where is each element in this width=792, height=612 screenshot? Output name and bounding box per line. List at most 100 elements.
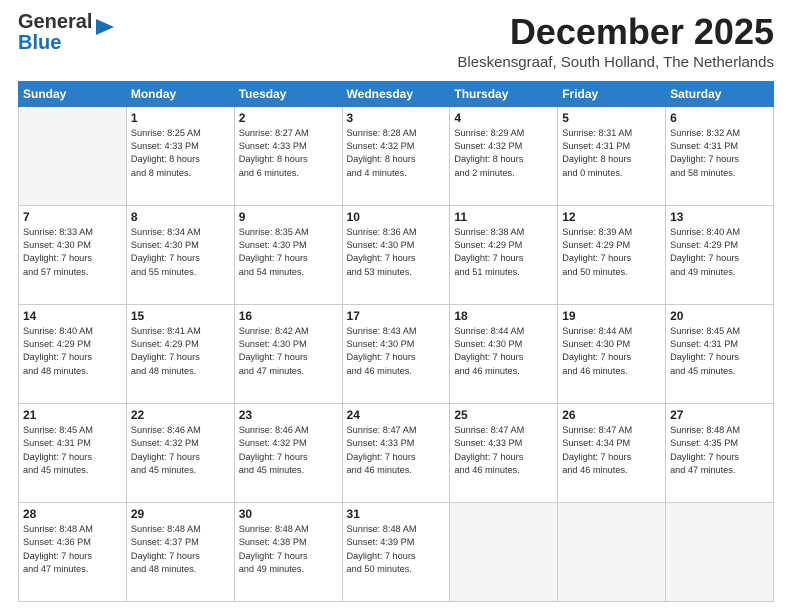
cell-info: Sunrise: 8:33 AM Sunset: 4:30 PM Dayligh… xyxy=(23,226,122,279)
weekday-header-tuesday: Tuesday xyxy=(234,81,342,106)
title-block: December 2025 Bleskensgraaf, South Holla… xyxy=(116,12,774,71)
cell-info: Sunrise: 8:43 AM Sunset: 4:30 PM Dayligh… xyxy=(347,325,446,378)
weekday-header-wednesday: Wednesday xyxy=(342,81,450,106)
weekday-header-row: SundayMondayTuesdayWednesdayThursdayFrid… xyxy=(19,81,774,106)
calendar-week-row: 7 Sunrise: 8:33 AM Sunset: 4:30 PM Daylig… xyxy=(19,205,774,304)
day-number: 12 xyxy=(562,210,661,224)
cell-info: Sunrise: 8:38 AM Sunset: 4:29 PM Dayligh… xyxy=(454,226,553,279)
calendar-cell: 3 Sunrise: 8:28 AM Sunset: 4:32 PM Daylig… xyxy=(342,106,450,205)
cell-info: Sunrise: 8:40 AM Sunset: 4:29 PM Dayligh… xyxy=(670,226,769,279)
cell-info: Sunrise: 8:48 AM Sunset: 4:36 PM Dayligh… xyxy=(23,523,122,576)
cell-info: Sunrise: 8:35 AM Sunset: 4:30 PM Dayligh… xyxy=(239,226,338,279)
day-number: 4 xyxy=(454,111,553,125)
day-number: 21 xyxy=(23,408,122,422)
calendar-cell xyxy=(666,502,774,601)
calendar-cell: 29Sunrise: 8:48 AM Sunset: 4:37 PM Dayli… xyxy=(126,502,234,601)
cell-info: Sunrise: 8:44 AM Sunset: 4:30 PM Dayligh… xyxy=(562,325,661,378)
cell-info: Sunrise: 8:25 AM Sunset: 4:33 PM Dayligh… xyxy=(131,127,230,180)
day-number: 17 xyxy=(347,309,446,323)
weekday-header-thursday: Thursday xyxy=(450,81,558,106)
calendar-cell: 11 Sunrise: 8:38 AM Sunset: 4:29 PM Dayli… xyxy=(450,205,558,304)
calendar-week-row: 21 Sunrise: 8:45 AM Sunset: 4:31 PM Dayli… xyxy=(19,403,774,502)
cell-info: Sunrise: 8:47 AM Sunset: 4:34 PM Dayligh… xyxy=(562,424,661,477)
day-number: 24 xyxy=(347,408,446,422)
calendar-cell: 14 Sunrise: 8:40 AM Sunset: 4:29 PM Dayli… xyxy=(19,304,127,403)
cell-info: Sunrise: 8:46 AM Sunset: 4:32 PM Dayligh… xyxy=(131,424,230,477)
cell-info: Sunrise: 8:46 AM Sunset: 4:32 PM Dayligh… xyxy=(239,424,338,477)
day-number: 3 xyxy=(347,111,446,125)
calendar-cell: 16Sunrise: 8:42 AM Sunset: 4:30 PM Dayli… xyxy=(234,304,342,403)
calendar-cell: 12 Sunrise: 8:39 AM Sunset: 4:29 PM Dayli… xyxy=(558,205,666,304)
day-number: 11 xyxy=(454,210,553,224)
day-number: 30 xyxy=(239,507,338,521)
day-number: 1 xyxy=(131,111,230,125)
calendar-cell: 7 Sunrise: 8:33 AM Sunset: 4:30 PM Daylig… xyxy=(19,205,127,304)
calendar-cell: 4 Sunrise: 8:29 AM Sunset: 4:32 PM Daylig… xyxy=(450,106,558,205)
day-number: 28 xyxy=(23,507,122,521)
day-number: 15 xyxy=(131,309,230,323)
calendar-cell: 8Sunrise: 8:34 AM Sunset: 4:30 PM Daylig… xyxy=(126,205,234,304)
calendar-cell: 31 Sunrise: 8:48 AM Sunset: 4:39 PM Dayli… xyxy=(342,502,450,601)
day-number: 14 xyxy=(23,309,122,323)
day-number: 6 xyxy=(670,111,769,125)
weekday-header-saturday: Saturday xyxy=(666,81,774,106)
day-number: 27 xyxy=(670,408,769,422)
calendar-cell xyxy=(19,106,127,205)
day-number: 31 xyxy=(347,507,446,521)
day-number: 16 xyxy=(239,309,338,323)
cell-info: Sunrise: 8:31 AM Sunset: 4:31 PM Dayligh… xyxy=(562,127,661,180)
cell-info: Sunrise: 8:28 AM Sunset: 4:32 PM Dayligh… xyxy=(347,127,446,180)
calendar-week-row: 14 Sunrise: 8:40 AM Sunset: 4:29 PM Dayli… xyxy=(19,304,774,403)
cell-info: Sunrise: 8:48 AM Sunset: 4:39 PM Dayligh… xyxy=(347,523,446,576)
day-number: 5 xyxy=(562,111,661,125)
day-number: 19 xyxy=(562,309,661,323)
calendar-cell: 18 Sunrise: 8:44 AM Sunset: 4:30 PM Dayli… xyxy=(450,304,558,403)
calendar-cell: 20 Sunrise: 8:45 AM Sunset: 4:31 PM Dayli… xyxy=(666,304,774,403)
page: General Blue December 2025 Bleskensgraaf… xyxy=(0,0,792,612)
calendar-cell: 9 Sunrise: 8:35 AM Sunset: 4:30 PM Daylig… xyxy=(234,205,342,304)
cell-info: Sunrise: 8:36 AM Sunset: 4:30 PM Dayligh… xyxy=(347,226,446,279)
day-number: 22 xyxy=(131,408,230,422)
day-number: 20 xyxy=(670,309,769,323)
calendar-cell: 22 Sunrise: 8:46 AM Sunset: 4:32 PM Dayli… xyxy=(126,403,234,502)
calendar-cell: 23 Sunrise: 8:46 AM Sunset: 4:32 PM Dayli… xyxy=(234,403,342,502)
day-number: 25 xyxy=(454,408,553,422)
cell-info: Sunrise: 8:27 AM Sunset: 4:33 PM Dayligh… xyxy=(239,127,338,180)
calendar-table: SundayMondayTuesdayWednesdayThursdayFrid… xyxy=(18,81,774,602)
cell-info: Sunrise: 8:44 AM Sunset: 4:30 PM Dayligh… xyxy=(454,325,553,378)
calendar-week-row: 28 Sunrise: 8:48 AM Sunset: 4:36 PM Dayli… xyxy=(19,502,774,601)
day-number: 13 xyxy=(670,210,769,224)
day-number: 7 xyxy=(23,210,122,224)
day-number: 23 xyxy=(239,408,338,422)
location-subtitle: Bleskensgraaf, South Holland, The Nether… xyxy=(136,54,774,71)
calendar-cell: 26 Sunrise: 8:47 AM Sunset: 4:34 PM Dayli… xyxy=(558,403,666,502)
cell-info: Sunrise: 8:47 AM Sunset: 4:33 PM Dayligh… xyxy=(454,424,553,477)
calendar-cell: 21 Sunrise: 8:45 AM Sunset: 4:31 PM Dayli… xyxy=(19,403,127,502)
calendar-cell: 15Sunrise: 8:41 AM Sunset: 4:29 PM Dayli… xyxy=(126,304,234,403)
cell-info: Sunrise: 8:45 AM Sunset: 4:31 PM Dayligh… xyxy=(23,424,122,477)
cell-info: Sunrise: 8:39 AM Sunset: 4:29 PM Dayligh… xyxy=(562,226,661,279)
calendar-cell: 1 Sunrise: 8:25 AM Sunset: 4:33 PM Daylig… xyxy=(126,106,234,205)
calendar-cell: 5 Sunrise: 8:31 AM Sunset: 4:31 PM Daylig… xyxy=(558,106,666,205)
day-number: 26 xyxy=(562,408,661,422)
cell-info: Sunrise: 8:40 AM Sunset: 4:29 PM Dayligh… xyxy=(23,325,122,378)
cell-info: Sunrise: 8:48 AM Sunset: 4:35 PM Dayligh… xyxy=(670,424,769,477)
calendar-cell: 10Sunrise: 8:36 AM Sunset: 4:30 PM Dayli… xyxy=(342,205,450,304)
calendar-cell: 13 Sunrise: 8:40 AM Sunset: 4:29 PM Dayli… xyxy=(666,205,774,304)
calendar-cell xyxy=(450,502,558,601)
calendar-cell: 2Sunrise: 8:27 AM Sunset: 4:33 PM Daylig… xyxy=(234,106,342,205)
calendar-cell: 19 Sunrise: 8:44 AM Sunset: 4:30 PM Dayli… xyxy=(558,304,666,403)
weekday-header-sunday: Sunday xyxy=(19,81,127,106)
calendar-cell: 30Sunrise: 8:48 AM Sunset: 4:38 PM Dayli… xyxy=(234,502,342,601)
weekday-header-friday: Friday xyxy=(558,81,666,106)
calendar-cell: 17 Sunrise: 8:43 AM Sunset: 4:30 PM Dayli… xyxy=(342,304,450,403)
cell-info: Sunrise: 8:45 AM Sunset: 4:31 PM Dayligh… xyxy=(670,325,769,378)
calendar-cell xyxy=(558,502,666,601)
calendar-cell: 24 Sunrise: 8:47 AM Sunset: 4:33 PM Dayli… xyxy=(342,403,450,502)
cell-info: Sunrise: 8:47 AM Sunset: 4:33 PM Dayligh… xyxy=(347,424,446,477)
day-number: 9 xyxy=(239,210,338,224)
cell-info: Sunrise: 8:29 AM Sunset: 4:32 PM Dayligh… xyxy=(454,127,553,180)
calendar-cell: 25 Sunrise: 8:47 AM Sunset: 4:33 PM Dayli… xyxy=(450,403,558,502)
month-title: December 2025 xyxy=(136,12,774,52)
day-number: 18 xyxy=(454,309,553,323)
